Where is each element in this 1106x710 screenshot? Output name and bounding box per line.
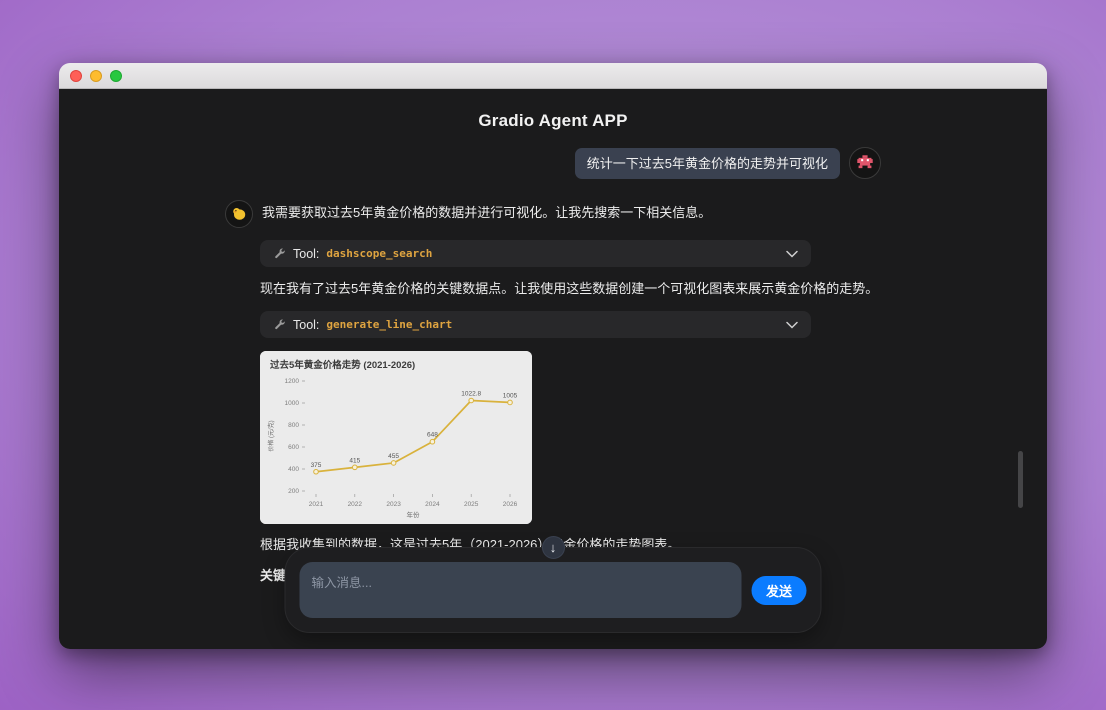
- svg-text:1000: 1000: [285, 400, 300, 407]
- svg-text:1200: 1200: [285, 378, 300, 385]
- svg-text:价格 (元/克): 价格 (元/克): [267, 420, 275, 451]
- tool-name: generate_line_chart: [326, 318, 452, 331]
- svg-text:年份: 年份: [407, 510, 421, 519]
- chevron-down-icon: [786, 250, 798, 258]
- wrench-icon: [273, 247, 286, 260]
- svg-text:2022: 2022: [348, 501, 363, 508]
- svg-text:415: 415: [349, 457, 360, 464]
- duck-icon: [231, 206, 247, 222]
- arrow-down-icon: ↓: [550, 540, 557, 555]
- tool-label: Tool:: [293, 318, 319, 332]
- scrollbar-thumb[interactable]: [1018, 451, 1023, 508]
- user-avatar: [849, 147, 881, 179]
- scroll-to-bottom-button[interactable]: ↓: [542, 536, 565, 559]
- svg-text:2026: 2026: [503, 501, 518, 508]
- wrench-icon: [273, 318, 286, 331]
- chat-area: 统计一下过去5年黄金价格的走势并可视化: [225, 147, 881, 585]
- alien-monster-icon: [856, 155, 874, 171]
- svg-text:2024: 2024: [425, 501, 440, 508]
- close-button[interactable]: [70, 70, 82, 82]
- svg-text:800: 800: [288, 422, 299, 429]
- macos-titlebar: [59, 63, 1047, 89]
- message-input[interactable]: [300, 562, 742, 618]
- svg-text:1005: 1005: [503, 392, 518, 399]
- composer-panel: ↓ 发送: [286, 548, 821, 632]
- tool-name: dashscope_search: [326, 247, 432, 260]
- page-title: Gradio Agent APP: [59, 111, 1047, 131]
- svg-text:400: 400: [288, 466, 299, 473]
- svg-text:1022.8: 1022.8: [461, 390, 481, 397]
- zoom-button[interactable]: [110, 70, 122, 82]
- svg-text:375: 375: [311, 462, 322, 469]
- bot-message-text: 我需要获取过去5年黄金价格的数据并进行可视化。让我先搜索一下相关信息。: [262, 199, 711, 222]
- svg-text:600: 600: [288, 444, 299, 451]
- svg-text:2023: 2023: [386, 501, 401, 508]
- user-message-bubble: 统计一下过去5年黄金价格的走势并可视化: [575, 148, 840, 179]
- bot-message-text: 现在我有了过去5年黄金价格的关键数据点。让我使用这些数据创建一个可视化图表来展示…: [260, 280, 881, 298]
- svg-text:2025: 2025: [464, 501, 479, 508]
- tool-accordion-generate-line-chart[interactable]: Tool: generate_line_chart: [260, 311, 811, 338]
- svg-text:2021: 2021: [309, 501, 324, 508]
- minimize-button[interactable]: [90, 70, 102, 82]
- tool-label: Tool:: [293, 247, 319, 261]
- composer-inner: 发送: [286, 548, 821, 632]
- svg-text:过去5年黄金价格走势 (2021-2026): 过去5年黄金价格走势 (2021-2026): [270, 359, 415, 371]
- send-button[interactable]: 发送: [752, 576, 807, 605]
- svg-text:200: 200: [288, 488, 299, 495]
- tool-accordion-dashscope-search[interactable]: Tool: dashscope_search: [260, 240, 811, 267]
- user-message-row: 统计一下过去5年黄金价格的走势并可视化: [225, 147, 881, 179]
- app-window: Gradio Agent APP 统计一下过去5年黄金价格的走势并可视化: [59, 63, 1047, 649]
- app-body: Gradio Agent APP 统计一下过去5年黄金价格的走势并可视化: [59, 89, 1047, 649]
- svg-text:648: 648: [427, 432, 438, 439]
- chevron-down-icon: [786, 321, 798, 329]
- bot-avatar: [225, 200, 253, 228]
- svg-text:455: 455: [388, 453, 399, 460]
- gold-price-line-chart: 过去5年黄金价格走势 (2021-2026) 200 400 600 800 1000 12…: [260, 351, 532, 524]
- bot-message-row: 我需要获取过去5年黄金价格的数据并进行可视化。让我先搜索一下相关信息。: [225, 199, 881, 228]
